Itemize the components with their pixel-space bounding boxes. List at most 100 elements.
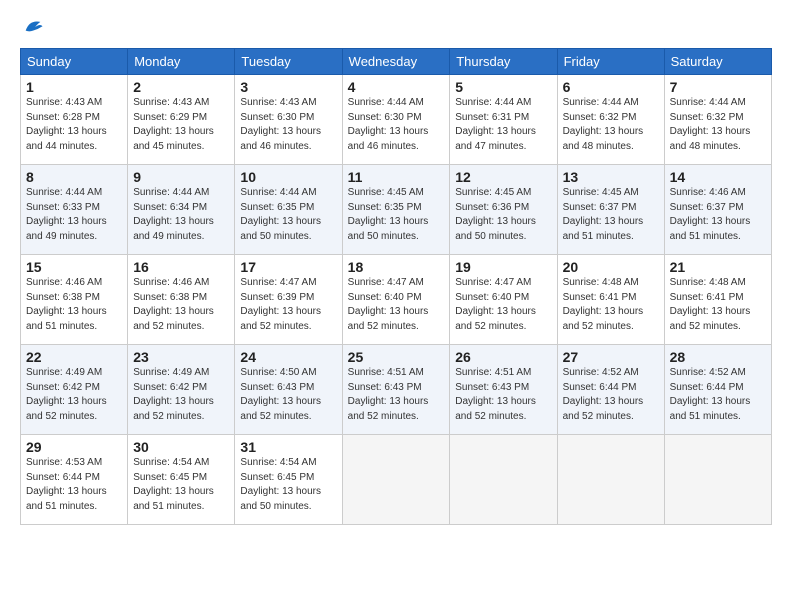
day-number: 12	[455, 169, 551, 185]
day-info: Sunrise: 4:43 AMSunset: 6:28 PMDaylight:…	[26, 97, 107, 152]
calendar-week-row: 15 Sunrise: 4:46 AMSunset: 6:38 PMDaylig…	[21, 255, 772, 345]
calendar-empty-cell	[557, 435, 664, 525]
day-number: 20	[563, 259, 659, 275]
day-info: Sunrise: 4:54 AMSunset: 6:45 PMDaylight:…	[133, 457, 214, 512]
calendar-day-cell: 19 Sunrise: 4:47 AMSunset: 6:40 PMDaylig…	[450, 255, 557, 345]
day-number: 31	[240, 439, 336, 455]
day-number: 27	[563, 349, 659, 365]
day-header-saturday: Saturday	[664, 49, 771, 75]
day-info: Sunrise: 4:48 AMSunset: 6:41 PMDaylight:…	[563, 277, 644, 332]
day-number: 5	[455, 79, 551, 95]
day-number: 6	[563, 79, 659, 95]
day-number: 11	[348, 169, 445, 185]
calendar-day-cell: 16 Sunrise: 4:46 AMSunset: 6:38 PMDaylig…	[128, 255, 235, 345]
day-header-sunday: Sunday	[21, 49, 128, 75]
calendar-day-cell: 2 Sunrise: 4:43 AMSunset: 6:29 PMDayligh…	[128, 75, 235, 165]
day-header-wednesday: Wednesday	[342, 49, 450, 75]
day-info: Sunrise: 4:45 AMSunset: 6:35 PMDaylight:…	[348, 187, 429, 242]
calendar-empty-cell	[450, 435, 557, 525]
day-info: Sunrise: 4:44 AMSunset: 6:32 PMDaylight:…	[563, 97, 644, 152]
calendar-day-cell: 5 Sunrise: 4:44 AMSunset: 6:31 PMDayligh…	[450, 75, 557, 165]
day-info: Sunrise: 4:43 AMSunset: 6:30 PMDaylight:…	[240, 97, 321, 152]
day-number: 23	[133, 349, 229, 365]
day-number: 25	[348, 349, 445, 365]
day-header-friday: Friday	[557, 49, 664, 75]
calendar-day-cell: 7 Sunrise: 4:44 AMSunset: 6:32 PMDayligh…	[664, 75, 771, 165]
calendar-empty-cell	[342, 435, 450, 525]
day-info: Sunrise: 4:44 AMSunset: 6:34 PMDaylight:…	[133, 187, 214, 242]
day-info: Sunrise: 4:44 AMSunset: 6:30 PMDaylight:…	[348, 97, 429, 152]
calendar-day-cell: 3 Sunrise: 4:43 AMSunset: 6:30 PMDayligh…	[235, 75, 342, 165]
day-number: 22	[26, 349, 122, 365]
calendar-day-cell: 17 Sunrise: 4:47 AMSunset: 6:39 PMDaylig…	[235, 255, 342, 345]
day-header-thursday: Thursday	[450, 49, 557, 75]
day-number: 18	[348, 259, 445, 275]
calendar-week-row: 22 Sunrise: 4:49 AMSunset: 6:42 PMDaylig…	[21, 345, 772, 435]
calendar-week-row: 8 Sunrise: 4:44 AMSunset: 6:33 PMDayligh…	[21, 165, 772, 255]
calendar-day-cell: 11 Sunrise: 4:45 AMSunset: 6:35 PMDaylig…	[342, 165, 450, 255]
calendar-day-cell: 1 Sunrise: 4:43 AMSunset: 6:28 PMDayligh…	[21, 75, 128, 165]
day-number: 28	[670, 349, 766, 365]
day-number: 10	[240, 169, 336, 185]
day-info: Sunrise: 4:44 AMSunset: 6:31 PMDaylight:…	[455, 97, 536, 152]
day-info: Sunrise: 4:50 AMSunset: 6:43 PMDaylight:…	[240, 367, 321, 422]
calendar-week-row: 1 Sunrise: 4:43 AMSunset: 6:28 PMDayligh…	[21, 75, 772, 165]
day-info: Sunrise: 4:47 AMSunset: 6:40 PMDaylight:…	[348, 277, 429, 332]
day-number: 14	[670, 169, 766, 185]
calendar-day-cell: 4 Sunrise: 4:44 AMSunset: 6:30 PMDayligh…	[342, 75, 450, 165]
calendar-day-cell: 12 Sunrise: 4:45 AMSunset: 6:36 PMDaylig…	[450, 165, 557, 255]
calendar-day-cell: 25 Sunrise: 4:51 AMSunset: 6:43 PMDaylig…	[342, 345, 450, 435]
calendar-day-cell: 21 Sunrise: 4:48 AMSunset: 6:41 PMDaylig…	[664, 255, 771, 345]
day-number: 24	[240, 349, 336, 365]
calendar-day-cell: 15 Sunrise: 4:46 AMSunset: 6:38 PMDaylig…	[21, 255, 128, 345]
calendar-day-cell: 9 Sunrise: 4:44 AMSunset: 6:34 PMDayligh…	[128, 165, 235, 255]
day-info: Sunrise: 4:44 AMSunset: 6:32 PMDaylight:…	[670, 97, 751, 152]
day-info: Sunrise: 4:46 AMSunset: 6:38 PMDaylight:…	[133, 277, 214, 332]
calendar-day-cell: 30 Sunrise: 4:54 AMSunset: 6:45 PMDaylig…	[128, 435, 235, 525]
day-info: Sunrise: 4:43 AMSunset: 6:29 PMDaylight:…	[133, 97, 214, 152]
calendar-day-cell: 24 Sunrise: 4:50 AMSunset: 6:43 PMDaylig…	[235, 345, 342, 435]
day-info: Sunrise: 4:46 AMSunset: 6:38 PMDaylight:…	[26, 277, 107, 332]
day-number: 2	[133, 79, 229, 95]
day-info: Sunrise: 4:46 AMSunset: 6:37 PMDaylight:…	[670, 187, 751, 242]
calendar-day-cell: 22 Sunrise: 4:49 AMSunset: 6:42 PMDaylig…	[21, 345, 128, 435]
day-info: Sunrise: 4:47 AMSunset: 6:40 PMDaylight:…	[455, 277, 536, 332]
day-number: 17	[240, 259, 336, 275]
day-number: 19	[455, 259, 551, 275]
calendar-day-cell: 29 Sunrise: 4:53 AMSunset: 6:44 PMDaylig…	[21, 435, 128, 525]
day-info: Sunrise: 4:49 AMSunset: 6:42 PMDaylight:…	[133, 367, 214, 422]
day-number: 8	[26, 169, 122, 185]
day-header-tuesday: Tuesday	[235, 49, 342, 75]
day-number: 4	[348, 79, 445, 95]
calendar-header-row: SundayMondayTuesdayWednesdayThursdayFrid…	[21, 49, 772, 75]
calendar-day-cell: 26 Sunrise: 4:51 AMSunset: 6:43 PMDaylig…	[450, 345, 557, 435]
day-number: 9	[133, 169, 229, 185]
day-info: Sunrise: 4:51 AMSunset: 6:43 PMDaylight:…	[348, 367, 429, 422]
day-number: 16	[133, 259, 229, 275]
day-info: Sunrise: 4:47 AMSunset: 6:39 PMDaylight:…	[240, 277, 321, 332]
day-number: 1	[26, 79, 122, 95]
calendar-day-cell: 27 Sunrise: 4:52 AMSunset: 6:44 PMDaylig…	[557, 345, 664, 435]
day-info: Sunrise: 4:48 AMSunset: 6:41 PMDaylight:…	[670, 277, 751, 332]
calendar-table: SundayMondayTuesdayWednesdayThursdayFrid…	[20, 48, 772, 525]
day-number: 3	[240, 79, 336, 95]
calendar-day-cell: 31 Sunrise: 4:54 AMSunset: 6:45 PMDaylig…	[235, 435, 342, 525]
calendar-day-cell: 10 Sunrise: 4:44 AMSunset: 6:35 PMDaylig…	[235, 165, 342, 255]
day-info: Sunrise: 4:52 AMSunset: 6:44 PMDaylight:…	[563, 367, 644, 422]
page: SundayMondayTuesdayWednesdayThursdayFrid…	[0, 0, 792, 612]
calendar-day-cell: 23 Sunrise: 4:49 AMSunset: 6:42 PMDaylig…	[128, 345, 235, 435]
day-info: Sunrise: 4:45 AMSunset: 6:37 PMDaylight:…	[563, 187, 644, 242]
calendar-day-cell: 14 Sunrise: 4:46 AMSunset: 6:37 PMDaylig…	[664, 165, 771, 255]
day-info: Sunrise: 4:54 AMSunset: 6:45 PMDaylight:…	[240, 457, 321, 512]
day-info: Sunrise: 4:44 AMSunset: 6:35 PMDaylight:…	[240, 187, 321, 242]
day-info: Sunrise: 4:51 AMSunset: 6:43 PMDaylight:…	[455, 367, 536, 422]
day-info: Sunrise: 4:53 AMSunset: 6:44 PMDaylight:…	[26, 457, 107, 512]
day-info: Sunrise: 4:44 AMSunset: 6:33 PMDaylight:…	[26, 187, 107, 242]
calendar-day-cell: 8 Sunrise: 4:44 AMSunset: 6:33 PMDayligh…	[21, 165, 128, 255]
calendar-week-row: 29 Sunrise: 4:53 AMSunset: 6:44 PMDaylig…	[21, 435, 772, 525]
calendar-day-cell: 28 Sunrise: 4:52 AMSunset: 6:44 PMDaylig…	[664, 345, 771, 435]
calendar-day-cell: 6 Sunrise: 4:44 AMSunset: 6:32 PMDayligh…	[557, 75, 664, 165]
day-number: 21	[670, 259, 766, 275]
day-number: 13	[563, 169, 659, 185]
calendar-day-cell: 13 Sunrise: 4:45 AMSunset: 6:37 PMDaylig…	[557, 165, 664, 255]
